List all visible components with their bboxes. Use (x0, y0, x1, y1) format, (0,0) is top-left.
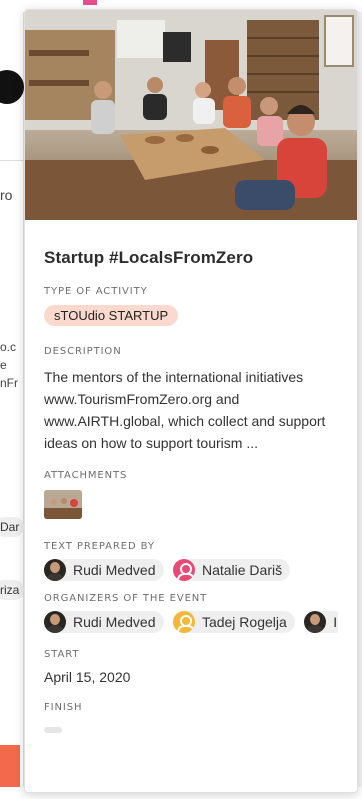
background-person-pill: Dar (0, 517, 24, 537)
user-icon (172, 559, 195, 581)
previous-arrow-icon[interactable] (0, 70, 24, 104)
event-photo[interactable] (25, 10, 357, 220)
person-chip[interactable]: I (304, 611, 338, 633)
background-tab-indicator (83, 0, 97, 5)
person-name: Tadej Rogelja (201, 614, 287, 630)
background-divider (0, 160, 24, 161)
event-detail-card: Startup #LocalsFromZero TYPE OF ACTIVITY… (24, 9, 358, 793)
organizers-list: Rudi Medved Tadej Rogelja I (44, 611, 338, 635)
person-name: Natalie Dariš (201, 562, 283, 578)
person-name: Rudi Medved (73, 562, 156, 578)
person-chip[interactable]: Rudi Medved (44, 559, 164, 581)
background-action-button[interactable] (0, 745, 20, 787)
background-text-fragment: nFr (0, 376, 18, 390)
organizers-label: ORGANIZERS OF THE EVENT (44, 593, 208, 604)
start-label: START (44, 649, 80, 660)
event-description: The mentors of the international initiat… (44, 369, 326, 451)
background-text-fragment: e (0, 358, 7, 372)
person-name: Rudi Medved (73, 614, 156, 630)
activity-type-tag[interactable]: sTOUdio STARTUP (44, 305, 179, 326)
finish-label: FINISH (44, 702, 83, 713)
finish-date-placeholder (44, 727, 62, 733)
event-photo-image (25, 10, 357, 220)
attachment-image (44, 490, 82, 519)
avatar (44, 611, 66, 633)
avatar (304, 611, 327, 633)
background-person-pill: riza (0, 580, 24, 600)
event-title: Startup #LocalsFromZero (44, 248, 254, 267)
text-prepared-by-label: TEXT PREPARED BY (44, 541, 155, 552)
background-text-fragment: o.c (0, 340, 17, 354)
background-text-fragment: ro (0, 187, 13, 203)
type-of-activity-label: TYPE OF ACTIVITY (44, 286, 148, 297)
background-card: ro o.c e nFr Dar riza (0, 12, 24, 786)
person-chip[interactable]: Tadej Rogelja (172, 611, 295, 633)
user-icon (172, 611, 195, 633)
avatar (44, 559, 66, 581)
person-chip[interactable]: Natalie Dariš (172, 559, 291, 581)
description-label: DESCRIPTION (44, 346, 122, 357)
attachment-thumbnail[interactable] (44, 490, 82, 519)
attachments-label: ATTACHMENTS (44, 470, 128, 481)
text-prepared-by-list: Rudi Medved Natalie Dariš (44, 559, 338, 583)
person-name: I (333, 614, 338, 630)
person-chip[interactable]: Rudi Medved (44, 611, 164, 633)
start-date: April 15, 2020 (44, 669, 131, 685)
